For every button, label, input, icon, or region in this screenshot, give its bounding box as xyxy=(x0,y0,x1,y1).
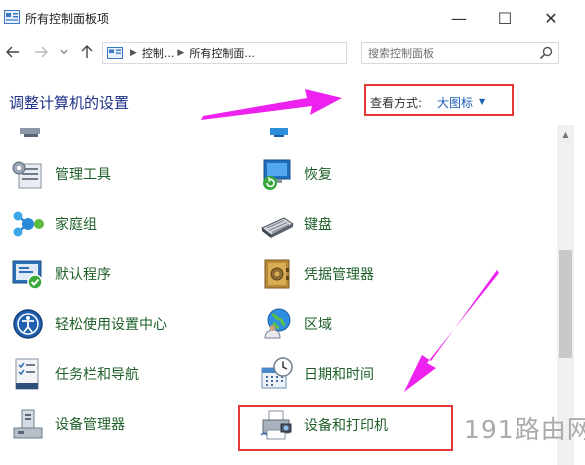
maximize-button[interactable]: ☐ xyxy=(482,0,528,36)
caret-down-icon[interactable]: ▼ xyxy=(479,97,485,106)
breadcrumb-item[interactable]: 所有控制面... xyxy=(189,45,255,61)
item-credential-manager[interactable]: 凭据管理器 xyxy=(259,252,374,296)
ease-of-access-icon xyxy=(13,309,43,339)
arrow-up-icon xyxy=(81,45,93,58)
search-icon[interactable] xyxy=(538,45,554,61)
item-label: 家庭组 xyxy=(55,217,97,233)
title-bar: 所有控制面板项 — ☐ ✕ xyxy=(0,0,585,36)
item-device-manager[interactable]: 设备管理器 xyxy=(10,402,125,446)
arrow-right-icon xyxy=(35,46,48,58)
partial-item-icon xyxy=(20,128,40,137)
item-label: 恢复 xyxy=(304,167,332,183)
close-button[interactable]: ✕ xyxy=(528,0,574,36)
item-label: 设备管理器 xyxy=(55,417,125,433)
partial-item-icon xyxy=(270,128,288,137)
keyboard-icon xyxy=(261,217,294,238)
arrow-left-icon xyxy=(6,46,19,58)
admin-tools-icon xyxy=(12,161,42,189)
item-admin-tools[interactable]: 管理工具 xyxy=(10,152,111,196)
annotation-arrow-to-devices-printers xyxy=(404,270,499,392)
navigation-bar: ▶ 控制... ▶ 所有控制面... xyxy=(0,36,585,70)
device-manager-icon xyxy=(13,409,43,439)
scrollbar-thumb[interactable] xyxy=(559,250,572,358)
item-taskbar-navigation[interactable]: 任务栏和导航 xyxy=(10,352,139,396)
search-input[interactable] xyxy=(362,43,532,63)
item-label: 管理工具 xyxy=(55,167,111,183)
item-default-programs[interactable]: 默认程序 xyxy=(10,252,111,296)
homegroup-icon xyxy=(13,211,44,237)
devices-printers-highlight-box xyxy=(238,405,453,451)
view-by-dropdown[interactable]: 大图标 xyxy=(437,94,473,111)
date-time-icon xyxy=(261,357,293,389)
item-recovery[interactable]: 恢复 xyxy=(259,152,332,196)
minimize-button[interactable]: — xyxy=(436,0,482,36)
forward-button[interactable] xyxy=(32,42,50,62)
taskbar-icon xyxy=(15,358,39,390)
item-keyboard[interactable]: 键盘 xyxy=(259,202,332,246)
item-label: 日期和时间 xyxy=(304,367,374,383)
view-by-label: 查看方式: xyxy=(370,96,423,110)
default-programs-icon xyxy=(12,260,43,290)
region-icon xyxy=(264,308,291,339)
recovery-icon xyxy=(263,159,291,190)
item-label: 凭据管理器 xyxy=(304,267,374,283)
address-bar[interactable]: ▶ 控制... ▶ 所有控制面... xyxy=(102,42,443,64)
recent-locations-button[interactable] xyxy=(55,42,73,62)
item-label: 任务栏和导航 xyxy=(55,367,139,383)
scroll-up-icon[interactable]: ▲ xyxy=(557,129,574,141)
credential-manager-icon xyxy=(264,259,290,289)
window-title: 所有控制面板项 xyxy=(25,12,110,26)
item-label: 区域 xyxy=(304,317,332,333)
up-button[interactable] xyxy=(78,42,96,62)
item-label: 键盘 xyxy=(304,217,332,233)
search-box[interactable] xyxy=(361,42,559,64)
control-panel-icon xyxy=(107,47,123,59)
breadcrumb-separator-icon: ▶ xyxy=(177,48,185,58)
breadcrumb-separator-icon: ▶ xyxy=(130,48,137,58)
item-region[interactable]: 区域 xyxy=(259,302,332,346)
control-panel-icon xyxy=(4,10,20,24)
page-title: 调整计算机的设置 xyxy=(9,94,130,112)
annotation-arrow-to-view-by xyxy=(201,89,342,120)
item-ease-of-access[interactable]: 轻松使用设置中心 xyxy=(10,302,167,346)
item-label: 轻松使用设置中心 xyxy=(55,317,167,333)
back-button[interactable] xyxy=(4,42,22,62)
chevron-down-icon xyxy=(60,49,68,55)
item-homegroup[interactable]: 家庭组 xyxy=(10,202,97,246)
breadcrumb-item[interactable]: 控制... xyxy=(142,45,175,61)
item-date-time[interactable]: 日期和时间 xyxy=(259,352,374,396)
item-label: 默认程序 xyxy=(55,267,111,283)
watermark: 191路由网 xyxy=(464,415,585,444)
